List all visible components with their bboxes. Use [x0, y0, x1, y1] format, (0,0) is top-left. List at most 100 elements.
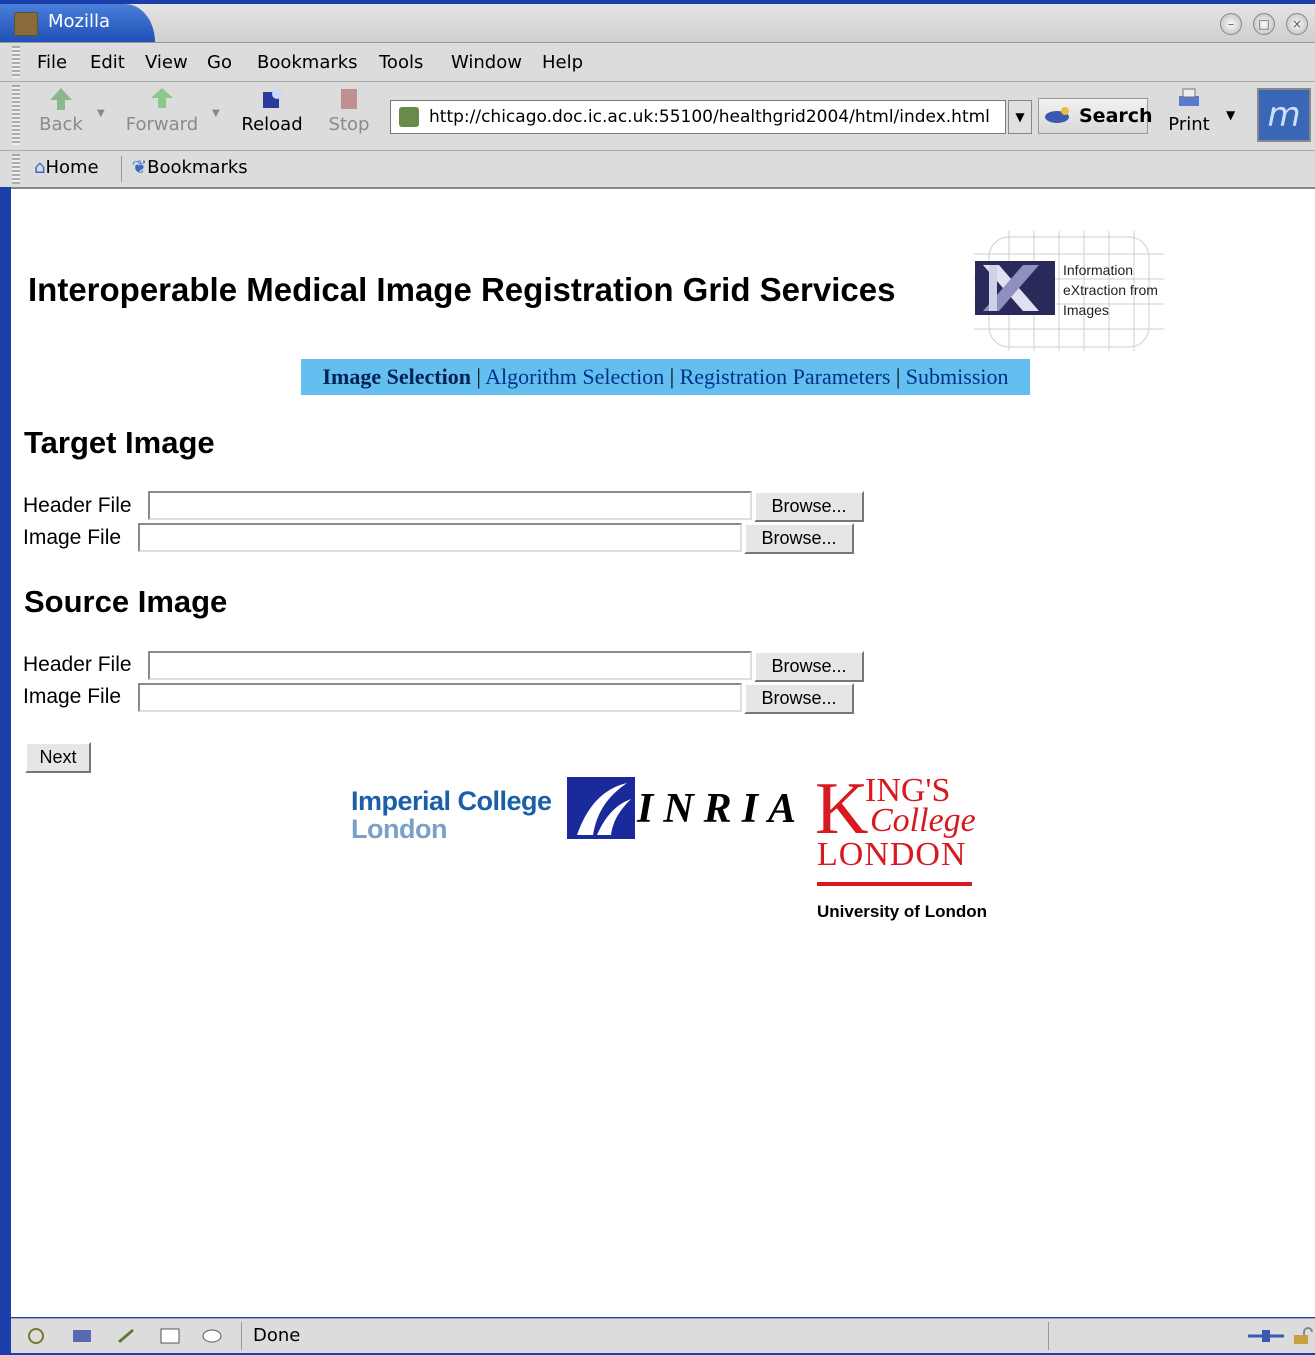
back-label: Back	[39, 114, 83, 135]
inria-logo-mark	[567, 777, 635, 839]
menu-edit[interactable]: Edit	[90, 52, 125, 73]
online-status-icon[interactable]	[1248, 1327, 1284, 1345]
target-header-browse-button[interactable]: Browse...	[754, 491, 864, 522]
mail-icon[interactable]	[71, 1327, 93, 1345]
search-button[interactable]: Search	[1038, 98, 1153, 134]
kings-logo-university-of-london: University of London	[817, 902, 987, 921]
status-text: Done	[253, 1325, 301, 1346]
address-book-icon[interactable]	[159, 1327, 181, 1345]
iei-logo-line-3: Images	[1063, 302, 1109, 318]
inria-logo-text: INRIA	[637, 786, 807, 832]
wizard-nav: Image Selection | Algorithm Selection | …	[301, 359, 1030, 395]
inria-logo-graphic	[577, 783, 631, 835]
minimize-icon[interactable]: –	[1220, 13, 1242, 35]
target-image-heading: Target Image	[24, 425, 215, 460]
source-image-file-input[interactable]	[138, 683, 742, 712]
status-separator	[1048, 1322, 1049, 1350]
menu-view[interactable]: View	[145, 52, 188, 73]
menu-file[interactable]: File	[37, 52, 67, 73]
reload-icon	[263, 89, 282, 108]
url-history-dropdown-icon[interactable]: ▼	[1008, 100, 1032, 134]
close-icon[interactable]: ×	[1286, 13, 1308, 35]
browser-window: Mozilla – □ × File Edit View Go Bookmark…	[0, 0, 1315, 1355]
imperial-college-logo: Imperial College London	[351, 787, 552, 843]
nav-separator: |	[476, 364, 481, 389]
forward-label: Forward	[125, 114, 199, 135]
toolbar-grip[interactable]	[12, 85, 20, 145]
menu-tools[interactable]: Tools	[379, 52, 423, 73]
page-content: Interoperable Medical Image Registration…	[11, 189, 1315, 1317]
menu-bar: File Edit View Go Bookmarks Tools Window…	[0, 43, 1315, 82]
page-title: Interoperable Medical Image Registration…	[28, 271, 896, 308]
forward-dropdown-icon[interactable]: ▼	[212, 108, 220, 119]
stop-label: Stop	[328, 114, 370, 135]
source-header-file-input[interactable]	[148, 651, 752, 680]
maximize-icon[interactable]: □	[1253, 13, 1275, 35]
window-title: Mozilla	[48, 11, 111, 32]
kings-logo-college: College	[870, 802, 976, 839]
menu-go[interactable]: Go	[207, 52, 232, 73]
personal-toolbar-grip[interactable]	[12, 154, 20, 184]
source-header-browse-button[interactable]: Browse...	[754, 651, 864, 682]
title-bar: Mozilla – □ ×	[0, 4, 1315, 43]
security-lock-icon[interactable]	[1291, 1327, 1313, 1345]
page-proxy-icon[interactable]	[399, 107, 419, 127]
mozilla-app-icon	[14, 12, 38, 36]
chat-icon[interactable]	[201, 1327, 223, 1345]
source-image-heading: Source Image	[24, 584, 228, 619]
bookmarks-label: Bookmarks	[147, 157, 248, 178]
target-image-file-input[interactable]	[138, 523, 742, 552]
mozilla-throbber-logo[interactable]: m	[1257, 88, 1311, 142]
imperial-logo-line-1: Imperial College	[351, 786, 552, 816]
back-dropdown-icon[interactable]: ▼	[97, 108, 105, 119]
kings-logo-k: K	[815, 768, 869, 850]
nav-registration-parameters[interactable]: Registration Parameters	[680, 364, 891, 389]
window-left-edge	[0, 187, 11, 1355]
forward-arrow-icon	[151, 88, 173, 108]
home-icon: ⌂	[34, 157, 46, 178]
target-image-browse-button[interactable]: Browse...	[744, 523, 854, 554]
source-image-browse-button[interactable]: Browse...	[744, 683, 854, 714]
home-button[interactable]: ⌂Home	[34, 157, 99, 178]
nav-submission[interactable]: Submission	[906, 364, 1009, 389]
target-image-file-label: Image File	[23, 526, 122, 549]
nav-separator: |	[669, 364, 675, 389]
menubar-grip[interactable]	[12, 46, 20, 78]
title-tab: Mozilla	[0, 4, 155, 42]
imperial-logo-line-2: London	[351, 814, 447, 844]
nav-image-selection: Image Selection	[322, 364, 471, 389]
search-label: Search	[1079, 105, 1153, 127]
source-image-file-label: Image File	[23, 685, 122, 708]
iei-logo-line-2: eXtraction from	[1063, 282, 1158, 298]
navigation-toolbar: Back ▼ Forward ▼ Reload Stop http://chic…	[0, 82, 1315, 151]
printer-icon	[1179, 88, 1199, 106]
bookmarks-icon: ❦	[132, 157, 148, 178]
print-button[interactable]: Print	[1166, 86, 1212, 135]
nav-separator: |	[895, 364, 901, 389]
menu-bookmarks[interactable]: Bookmarks	[257, 52, 358, 73]
search-icon	[1045, 107, 1069, 123]
forward-button[interactable]: Forward	[125, 86, 199, 135]
back-arrow-icon	[50, 88, 72, 110]
iei-logo: Information eXtraction from Images	[969, 229, 1169, 354]
target-header-file-input[interactable]	[148, 491, 752, 520]
kings-logo-london: LONDON	[817, 836, 967, 873]
url-text: http://chicago.doc.ic.ac.uk:55100/health…	[429, 107, 990, 127]
bookmarks-button[interactable]: ❦Bookmarks	[132, 157, 248, 178]
next-button[interactable]: Next	[25, 742, 91, 773]
target-header-file-label: Header File	[23, 494, 132, 517]
nav-algorithm-selection[interactable]: Algorithm Selection	[485, 364, 664, 389]
source-header-file-label: Header File	[23, 653, 132, 676]
print-dropdown-icon[interactable]: ▼	[1226, 108, 1235, 122]
menu-window[interactable]: Window	[451, 52, 522, 73]
composer-icon[interactable]	[115, 1327, 137, 1345]
iei-logo-line-1: Information	[1063, 262, 1134, 278]
reload-button[interactable]: Reload	[238, 86, 306, 135]
menu-help[interactable]: Help	[542, 52, 583, 73]
stop-button[interactable]: Stop	[326, 86, 372, 135]
url-bar[interactable]: http://chicago.doc.ic.ac.uk:55100/health…	[390, 100, 1006, 134]
navigator-icon[interactable]	[25, 1327, 47, 1345]
reload-label: Reload	[241, 114, 303, 135]
back-button[interactable]: Back	[37, 86, 85, 135]
status-bar: Done	[11, 1318, 1315, 1353]
